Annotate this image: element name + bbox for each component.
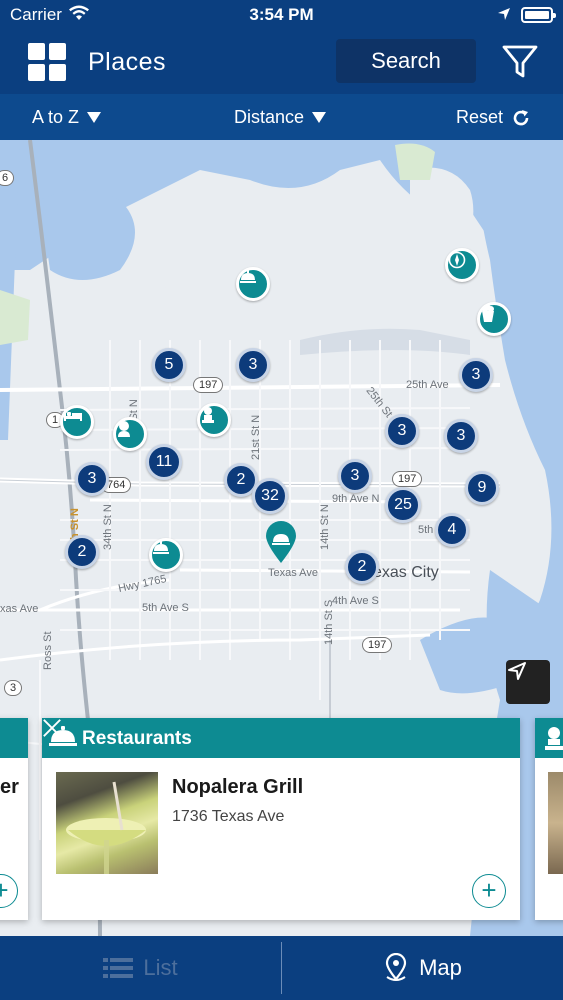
status-bar: Carrier 3:54 PM (0, 0, 563, 30)
selected-location-pin[interactable] (264, 520, 298, 564)
battery-icon (521, 7, 556, 23)
cluster-marker[interactable]: 11 (146, 444, 182, 480)
compass-marker[interactable] (445, 248, 479, 282)
museum-marker[interactable] (113, 417, 147, 451)
filter-icon[interactable] (500, 42, 540, 82)
restaurant-marker[interactable] (236, 267, 270, 301)
statue-marker[interactable] (197, 403, 231, 437)
map-pin-icon (266, 521, 296, 563)
card-category: Restaurants (82, 728, 192, 749)
street-label: Ross St (42, 631, 54, 670)
hotel-marker[interactable] (60, 405, 94, 439)
card-header (0, 718, 28, 758)
street-label: 21st St N (250, 414, 262, 460)
cloche-icon (153, 541, 169, 554)
status-time: 3:54 PM (249, 5, 314, 24)
cluster-marker[interactable]: 32 (252, 478, 288, 514)
place-card[interactable]: Restaurants Nopalera Grill 1736 Texas Av… (42, 718, 520, 920)
cluster-marker[interactable]: 3 (236, 348, 270, 382)
cluster-marker[interactable]: 3 (459, 358, 493, 392)
app-header: Places Search (0, 30, 563, 94)
search-button[interactable]: Search (336, 39, 476, 83)
road-badge: 197 (193, 377, 224, 393)
statue-icon (202, 407, 214, 423)
place-photo (56, 772, 158, 874)
place-name: Nopalera Grill (172, 776, 304, 798)
cluster-marker[interactable]: 25 (385, 487, 421, 523)
cluster-marker[interactable]: 4 (435, 513, 469, 547)
sort-distance-label: Distance (234, 107, 305, 127)
sort-bar: A to Z Distance Reset (0, 94, 563, 140)
sort-a-to-z-label: A to Z (32, 107, 80, 127)
tab-list[interactable]: List (0, 936, 281, 1000)
bust-icon (545, 727, 563, 750)
refresh-icon (513, 109, 529, 125)
tab-map[interactable]: Map (282, 936, 563, 1000)
bottom-tab-bar: List Map (0, 936, 563, 1000)
list-icon (103, 958, 134, 978)
street-label: 14th St N (319, 504, 331, 550)
street-label: 14th St S (323, 599, 335, 645)
place-photo (548, 772, 563, 874)
cluster-marker[interactable]: 3 (75, 462, 109, 496)
cluster-marker[interactable]: 2 (345, 550, 379, 584)
place-address: 1736 Texas Ave (172, 808, 285, 825)
place-card-partial-left[interactable]: er + (0, 718, 28, 920)
compass-icon (448, 251, 466, 269)
navigation-arrow-icon (508, 662, 526, 680)
card-name-fragment: er (0, 776, 19, 798)
card-header (535, 718, 563, 758)
close-icon[interactable] (42, 718, 62, 738)
triangle-down-icon (312, 112, 327, 123)
bust-icon (118, 421, 130, 437)
popcorn-icon (482, 305, 494, 322)
locate-me-button[interactable] (506, 660, 550, 704)
cluster-marker[interactable]: 9 (465, 471, 499, 505)
street-label: 5th Ave S (142, 602, 189, 614)
map-pin-icon (385, 953, 407, 981)
cluster-marker[interactable]: 2 (65, 535, 99, 569)
city-label: exas City (373, 564, 439, 581)
road-badge: 197 (362, 637, 393, 653)
triangle-down-icon (87, 112, 102, 123)
street-label: 25th Ave (406, 379, 449, 391)
sort-distance-button[interactable]: Distance (234, 107, 327, 128)
tab-list-label: List (143, 955, 178, 980)
cluster-marker[interactable]: 3 (338, 459, 372, 493)
street-label: 4th Ave S (332, 595, 379, 607)
cluster-marker[interactable]: 3 (385, 414, 419, 448)
street-label: Texas Ave (268, 567, 318, 579)
sort-a-to-z-button[interactable]: A to Z (32, 107, 102, 128)
cluster-marker[interactable]: 5 (152, 348, 186, 382)
restaurant-marker[interactable] (149, 538, 183, 572)
street-label: 34th St N (102, 504, 114, 550)
card-header: Restaurants (42, 718, 520, 758)
cluster-marker[interactable]: 3 (444, 419, 478, 453)
street-label: xas Ave (0, 603, 39, 615)
reset-label: Reset (456, 107, 504, 127)
location-arrow-icon (497, 6, 511, 26)
bed-icon (64, 409, 82, 421)
map-view[interactable]: 197 197 764 197 3 6 1 25th Ave 9th Ave N… (0, 140, 563, 936)
tab-map-label: Map (419, 955, 462, 980)
street-label: 9th Ave N (332, 493, 380, 505)
place-card-partial-right[interactable] (535, 718, 563, 920)
reset-button[interactable]: Reset (456, 107, 531, 128)
grid-menu-icon[interactable] (28, 43, 66, 81)
add-to-itinerary-button[interactable]: + (472, 874, 506, 908)
add-button[interactable]: + (0, 874, 18, 908)
popcorn-marker[interactable] (477, 302, 511, 336)
cloche-icon (240, 270, 256, 283)
road-badge: 197 (392, 471, 423, 487)
road-badge: 3 (4, 680, 23, 696)
page-title: Places (88, 48, 167, 76)
street-label: 5th (418, 524, 434, 536)
